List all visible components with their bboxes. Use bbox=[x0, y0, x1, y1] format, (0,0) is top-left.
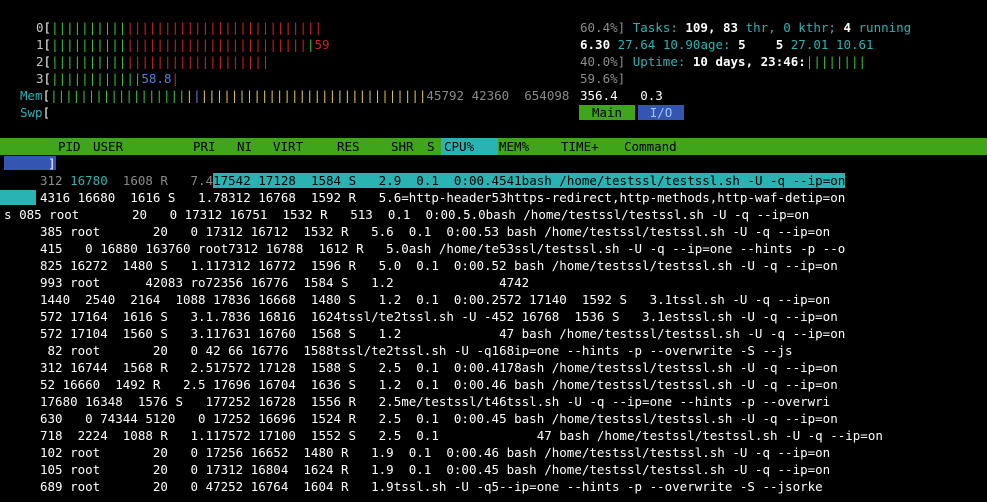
table-row[interactable]: 415 0 16880 163760 root7312 16788 1612 R… bbox=[40, 240, 845, 257]
col-ni[interactable]: NI bbox=[237, 138, 252, 155]
swp-meter: Swp[ bbox=[20, 105, 51, 120]
col-shr[interactable]: SHR bbox=[391, 138, 414, 155]
table-row[interactable]: 572 17164 1616 S 3.1.7836 16816 1624tssl… bbox=[40, 308, 838, 325]
col-mem[interactable]: MEM% bbox=[499, 138, 529, 155]
table-row[interactable]: 630 0 74344 5120 0 17252 16696 1524 R 2.… bbox=[40, 410, 838, 427]
col-pri[interactable]: PRI bbox=[193, 138, 216, 155]
table-row[interactable]: s 085 root 20 0 17312 16751 1532 R 513 0… bbox=[4, 206, 809, 223]
process-table-header: PID USER PRI NI VIRT RES SHR S CPU% MEM%… bbox=[0, 138, 987, 155]
table-row[interactable]: 825 16272 1480 S 1.117312 16772 1596 R 5… bbox=[40, 257, 838, 274]
table-row[interactable]: 82 root 20 0 42 66 16776 1588tssl/te2tss… bbox=[40, 342, 793, 359]
uptime: 40.0%] Uptime: 10 days, 23:46:|||||||| bbox=[580, 54, 867, 69]
load-average: 6.30 27.64 10.90age: 5 5 27.01 10.61 bbox=[580, 37, 874, 52]
table-row[interactable]: 385 root 20 0 17312 16712 1532 R 5.6 0.1… bbox=[40, 223, 830, 240]
col-user[interactable]: USER bbox=[93, 138, 123, 155]
mem-extra: 356.4 0.3 bbox=[580, 88, 663, 103]
table-row[interactable]: 17680 16348 1576 S 177252 16728 1556 R 2… bbox=[40, 393, 830, 410]
tab-main[interactable]: Main bbox=[579, 105, 635, 120]
table-row[interactable]: 993 root 42083 ro72356 16776 1584 S 1.2 … bbox=[40, 274, 529, 291]
table-row[interactable]: 52 16660 1492 R 2.5 17696 16704 1636 S 1… bbox=[40, 376, 838, 393]
cpu3-percent: 59.6%] bbox=[580, 71, 626, 86]
col-res[interactable]: RES bbox=[337, 138, 360, 155]
col-virt[interactable]: VIRT bbox=[273, 138, 303, 155]
cpu0-meter: 0[|||||||||||||||||||||||||||||||||||| bbox=[36, 20, 322, 35]
row-marker bbox=[0, 190, 36, 205]
table-row[interactable]: 105 root 20 0 17312 16804 1624 R 1.9 0.1… bbox=[40, 461, 830, 478]
table-row[interactable]: 1440 2540 2164 1088 17836 16668 1480 S 1… bbox=[40, 291, 830, 308]
col-pid[interactable]: PID bbox=[58, 138, 81, 155]
cpu1-meter: 1[|||||||||||||||||||||||||||||||||||59 bbox=[36, 37, 330, 52]
table-row[interactable]: 718 2224 1088 R 1.117572 17100 1552 S 2.… bbox=[40, 427, 883, 444]
table-row[interactable]: 312 16780 1608 R 7.417542 17128 1584 S 2… bbox=[40, 172, 846, 189]
cpu3-meter: 3[||||||||||||58.8| bbox=[36, 71, 180, 86]
col-command[interactable]: Command bbox=[624, 138, 677, 155]
cpu2-meter: 2[||||||||||||||||||||||||||||| bbox=[36, 54, 270, 69]
table-row[interactable]: 689 root 20 0 47252 16764 1604 R 1.9tssl… bbox=[40, 478, 823, 495]
table-row[interactable]: 4316 16680 1616 S 1.78312 16768 1592 R 5… bbox=[40, 189, 845, 206]
col-cpu[interactable]: CPU% bbox=[444, 138, 474, 155]
table-row[interactable]: 572 17104 1560 S 3.117631 16760 1568 S 1… bbox=[40, 325, 845, 342]
table-row[interactable]: 312 16744 1568 R 2.517572 17128 1588 S 2… bbox=[40, 359, 838, 376]
table-row[interactable]: 102 root 20 0 17256 16652 1480 R 1.9 0.1… bbox=[40, 444, 830, 461]
tasks-summary: 60.4%] Tasks: 109, 83 thr, 0 kthr; 4 run… bbox=[580, 20, 912, 35]
col-time[interactable]: TIME+ bbox=[561, 138, 599, 155]
filter-bracket: ] bbox=[48, 156, 56, 171]
col-state[interactable]: S bbox=[427, 138, 435, 155]
tab-io[interactable]: I/O bbox=[638, 105, 684, 120]
mem-meter: Mem[||||||||||||||||||||||||||||||||||||… bbox=[20, 88, 570, 103]
